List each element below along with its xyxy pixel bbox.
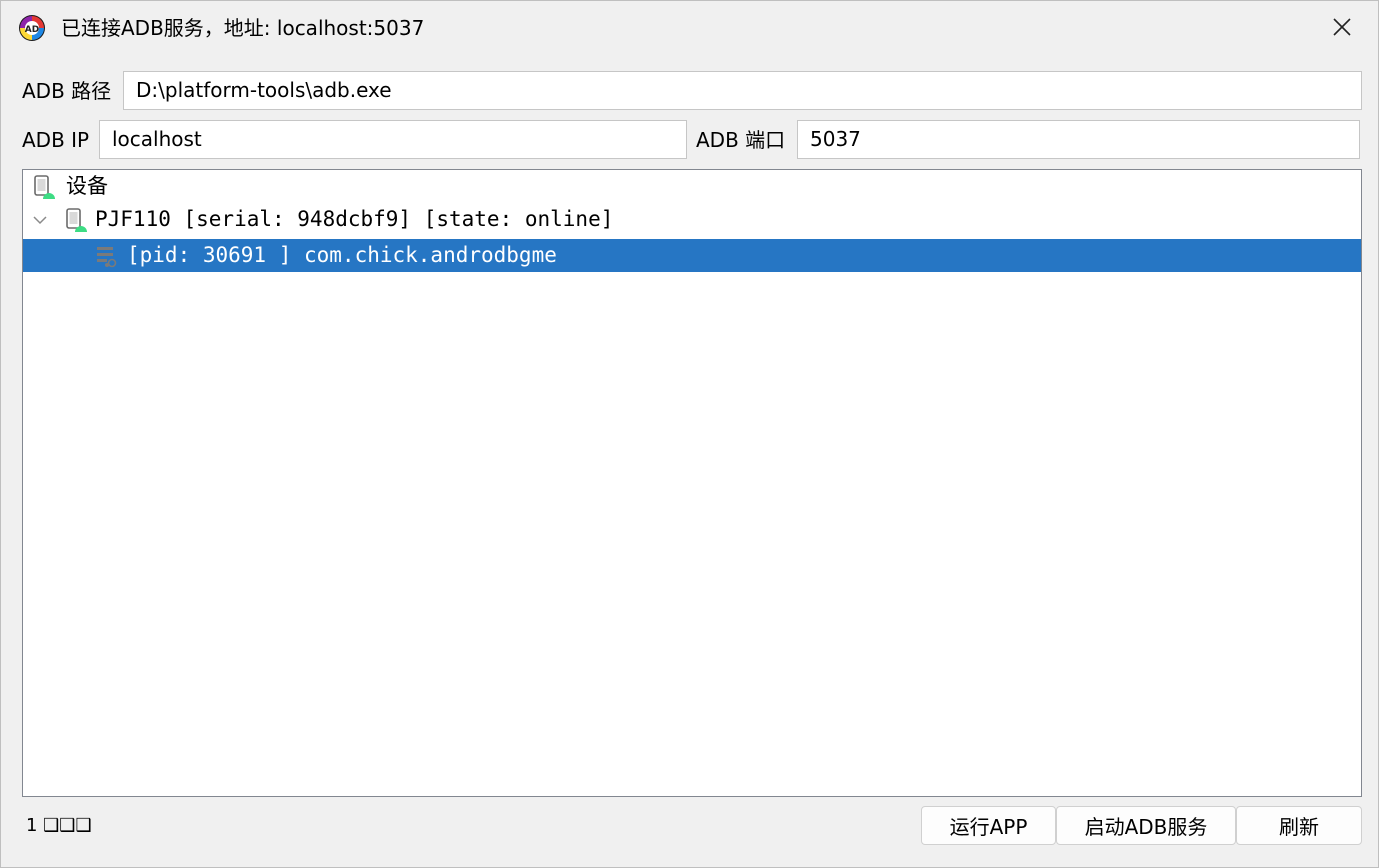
adb-path-label: ADB 路径: [22, 79, 112, 103]
status-text: 1 ❑❑❑: [26, 815, 92, 836]
svg-text:AD: AD: [25, 25, 39, 35]
tree-device-item[interactable]: PJF110 [serial: 948dcbf9] [state: online…: [23, 203, 1361, 236]
tree-root-label: 设备: [66, 174, 108, 198]
refresh-button[interactable]: 刷新: [1236, 806, 1362, 845]
title-bar: AD 已连接ADB服务，地址: localhost:5037: [1, 1, 1378, 53]
close-icon: [1333, 18, 1351, 36]
adb-ip-field[interactable]: localhost: [99, 120, 687, 159]
start-adb-service-button[interactable]: 启动ADB服务: [1056, 806, 1236, 845]
process-icon: [97, 247, 117, 268]
close-button[interactable]: [1319, 7, 1365, 47]
adb-ip-label: ADB IP: [22, 128, 90, 152]
tree-root-item[interactable]: 设备: [23, 170, 1361, 203]
adb-path-field[interactable]: D:\platform-tools\adb.exe: [123, 71, 1362, 110]
tree-process-item[interactable]: [pid: 30691 ] com.chick.androdbgme: [23, 239, 1361, 272]
chevron-down-icon[interactable]: [31, 211, 49, 229]
adb-app-icon: AD: [19, 15, 45, 41]
tree-device-label: PJF110 [serial: 948dcbf9] [state: online…: [95, 207, 614, 231]
adb-port-field[interactable]: 5037: [797, 120, 1360, 159]
adb-port-label: ADB 端口: [696, 128, 786, 152]
tree-process-label: [pid: 30691 ] com.chick.androdbgme: [127, 243, 557, 267]
device-tree[interactable]: 设备 PJF110 [serial: 948dcbf9] [state: onl…: [22, 169, 1362, 797]
run-app-button[interactable]: 运行APP: [921, 806, 1056, 845]
adb-window: AD 已连接ADB服务，地址: localhost:5037 ADB 路径 D:…: [0, 0, 1379, 868]
android-device-icon: [66, 208, 87, 232]
window-title: 已连接ADB服务，地址: localhost:5037: [61, 16, 425, 40]
android-device-icon: [34, 175, 55, 199]
